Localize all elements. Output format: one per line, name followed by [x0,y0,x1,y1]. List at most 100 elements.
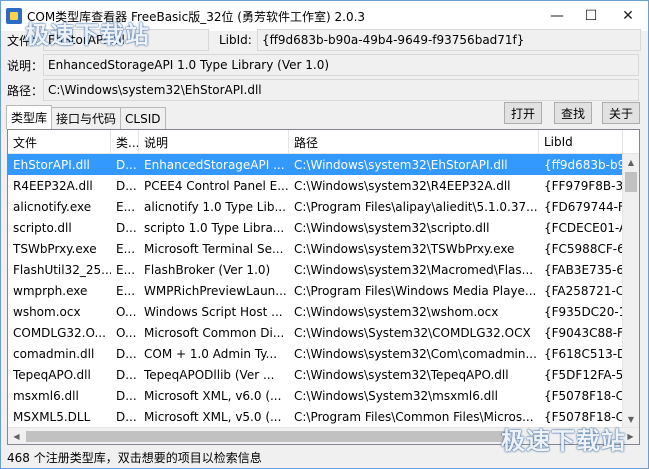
cell-type: D... [116,409,137,424]
libid-field[interactable]: {ff9d683b-b90a-49b4-9649-f93756bad71f} [257,29,641,51]
cell-desc: alicnotify 1.0 Type Lib... [144,199,286,214]
find-button[interactable]: 查找 [554,102,592,124]
vertical-scrollbar[interactable]: ▲ ▼ [622,154,639,428]
table-row[interactable]: msxml6.dll D... Microsoft XML, v6.0 (... C:… [8,385,639,406]
cell-type: E... [116,241,136,256]
tab-strip: 类型库 接口与代码 CLSID [6,105,166,129]
cell-desc: PCEE4 Control Panel E... [144,178,289,193]
col-header-libid[interactable]: LibId [539,130,623,154]
table-body: EhStorAPI.dll D... EnhancedStorageAPI ... C… [8,154,639,427]
cell-libid: {ff9d683b-b9... [544,157,623,172]
table-row[interactable]: TSWbPrxy.exe E... Microsoft Terminal Se...… [8,238,639,259]
typelib-table: 文件 类... 说明 路径 LibId EhStorAPI.dll D... Enh… [7,129,640,445]
vertical-scroll-thumb[interactable] [625,172,637,192]
cell-file: COMDLG32.O... [13,325,106,340]
horizontal-scrollbar[interactable]: ◀ ▶ [8,427,639,444]
file-row: 文件： EhStorAPI.dll [7,29,209,51]
about-button[interactable]: 关于 [602,102,640,124]
cell-path: C:\Program Files\Common Files\Micros... [294,409,534,424]
scroll-down-icon[interactable]: ▼ [623,411,639,428]
tab-typelib[interactable]: 类型库 [6,105,53,129]
desc-label: 说明： [7,58,44,73]
path-row: 路径： C:\Windows\system32\EhStorAPI.dll [7,79,639,101]
col-header-desc[interactable]: 说明 [139,130,289,154]
window-title: COM类型库查看器 FreeBasic版_32位 (勇芳软件工作室) 2.0.3 [27,9,366,24]
table-row[interactable]: COMDLG32.O... O... Microsoft Common Di... C… [8,322,639,343]
table-row[interactable]: comadmin.dll D... COM + 1.0 Admin Ty... C:\… [8,343,639,364]
cell-desc: scripto 1.0 Type Libra... [144,220,285,235]
cell-path: C:\Windows\system32\scripto.dll [294,220,490,235]
cell-desc: EnhancedStorageAPI ... [144,157,285,172]
cell-file: TepeqAPO.dll [13,367,91,382]
title-bar[interactable]: COM类型库查看器 FreeBasic版_32位 (勇芳软件工作室) 2.0.3… [1,1,648,31]
cell-type: E... [116,283,136,298]
cell-file: alicnotify.exe [13,199,92,214]
desc-field[interactable]: EnhancedStorageAPI 1.0 Type Library (Ver… [43,54,639,76]
cell-file: msxml6.dll [13,388,79,403]
horizontal-scroll-thumb[interactable] [26,431,506,442]
cell-libid: {F9043C88-F6... [544,325,623,340]
table-row[interactable]: R4EEP32A.dll D... PCEE4 Control Panel E...… [8,175,639,196]
cell-path: C:\Windows\system32\Macromed\Flas... [294,262,534,277]
cell-type: D... [116,367,137,382]
scroll-left-icon[interactable]: ◀ [8,428,25,444]
libid-label: LibId: [219,33,252,47]
table-row[interactable]: TepeqAPO.dll D... TepeqAPODllib (Ver ... C:… [8,364,639,385]
table-row[interactable]: EhStorAPI.dll D... EnhancedStorageAPI ... C… [8,154,639,175]
table-row[interactable]: MSXML5.DLL D... Microsoft XML, v5.0 (... C:… [8,406,639,427]
cell-file: wmprph.exe [13,283,88,298]
tab-interfaces[interactable]: 接口与代码 [51,107,122,129]
table-header: 文件 类... 说明 路径 LibId [8,130,639,154]
path-label: 路径： [7,83,44,98]
cell-file: FlashUtil32_25... [13,262,111,277]
cell-type: D... [116,388,137,403]
cell-desc: Microsoft XML, v6.0 (... [144,388,282,403]
close-button[interactable]: ✕ [608,1,648,31]
open-button[interactable]: 打开 [504,102,542,124]
cell-desc: TepeqAPODllib (Ver ... [144,367,275,382]
cell-path: C:\Windows\system32\TepeqAPO.dll [294,367,509,382]
file-field[interactable]: EhStorAPI.dll [43,29,209,51]
scroll-right-icon[interactable]: ▶ [622,428,639,444]
table-row[interactable]: alicnotify.exe E... alicnotify 1.0 Type Li… [8,196,639,217]
path-field[interactable]: C:\Windows\system32\EhStorAPI.dll [43,79,639,101]
cell-type: D... [116,157,137,172]
table-row[interactable]: wmprph.exe E... WMPRichPreviewLaun... C:\Pr… [8,280,639,301]
cell-libid: {FA258721-CF... [544,283,623,298]
cell-path: C:\Program Files\Windows Media Playe... [294,283,537,298]
maximize-button[interactable]: ☐ [574,1,608,31]
table-row[interactable]: wshom.ocx O... Windows Script Host ... C:\W… [8,301,639,322]
cell-path: C:\Windows\System32\COMDLG32.OCX [294,325,531,340]
cell-desc: Microsoft Common Di... [144,325,285,340]
cell-desc: Windows Script Host ... [144,304,283,319]
cell-desc: FlashBroker (Ver 1.0) [144,262,271,277]
cell-file: R4EEP32A.dll [13,178,93,193]
cell-file: MSXML5.DLL [13,409,91,424]
cell-desc: COM + 1.0 Admin Ty... [144,346,278,361]
cell-type: D... [116,178,137,193]
app-icon [6,8,22,24]
status-text: 468 个注册类型库，双击想要的项目以检索信息 [7,450,262,465]
cell-path: C:\Program Files\alipay\aliedit\5.1.0.37… [294,199,538,214]
cell-path: C:\Windows\system32\EhStorAPI.dll [294,157,508,172]
window-controls: — ☐ ✕ [540,1,648,31]
cell-path: C:\Windows\system32\Com\comadmin... [294,346,537,361]
cell-desc: Microsoft XML, v5.0 (... [144,409,282,424]
scroll-up-icon[interactable]: ▲ [623,154,639,171]
col-header-path[interactable]: 路径 [289,130,539,154]
cell-path: C:\Windows\System32\msxml6.dll [294,388,498,403]
col-header-file[interactable]: 文件 [8,130,111,154]
desc-row: 说明： EnhancedStorageAPI 1.0 Type Library … [7,54,639,76]
cell-path: C:\Windows\system32\R4EEP32A.dll [294,178,511,193]
col-header-type[interactable]: 类... [111,130,139,154]
cell-libid: {F5078F18-C5... [544,388,623,403]
table-row[interactable]: scripto.dll D... scripto 1.0 Type Libra...… [8,217,639,238]
table-row[interactable]: FlashUtil32_25... E... FlashBroker (Ver 1.… [8,259,639,280]
cell-libid: {FF979F8B-35... [544,178,623,193]
minimize-button[interactable]: — [540,1,574,31]
cell-file: comadmin.dll [13,346,95,361]
cell-libid: {F5DF12FA-5E... [544,367,623,382]
cell-file: TSWbPrxy.exe [13,241,97,256]
tab-clsid[interactable]: CLSID [120,107,166,129]
cell-type: D... [116,220,137,235]
